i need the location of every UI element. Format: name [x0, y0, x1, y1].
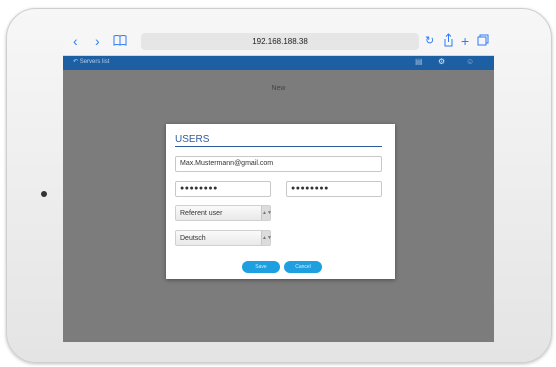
dialog-title: USERS	[175, 134, 210, 145]
forward-icon[interactable]: ›	[95, 33, 100, 49]
bookmarks-icon[interactable]	[113, 33, 127, 49]
role-select-value: Referent user	[180, 210, 223, 217]
title-divider	[175, 146, 382, 147]
chevron-down-icon: ▲▼	[261, 231, 272, 245]
chevron-down-icon: ▲▼	[261, 206, 272, 220]
page-title: New	[271, 85, 286, 92]
user-icon[interactable]: ☺	[466, 57, 474, 66]
camera-icon	[41, 191, 47, 197]
role-select[interactable]: Referent user ▲▼	[175, 205, 272, 221]
password-field[interactable]: ●●●●●●●●	[175, 181, 271, 197]
cancel-button[interactable]: Cancel	[284, 261, 322, 273]
language-select[interactable]: Deutsch ▲▼	[175, 230, 272, 246]
save-button[interactable]: Save	[242, 261, 280, 273]
servers-list-label: Servers list	[79, 59, 110, 65]
address-bar[interactable]: 192.168.188.38	[141, 33, 419, 50]
tablet-screen: ‹ › 192.168.188.38 ↻ + ↶ Servers list ▤ …	[63, 28, 494, 342]
list-icon[interactable]: ▤	[415, 57, 423, 66]
back-arrow-icon: ↶	[73, 59, 79, 65]
browser-toolbar: ‹ › 192.168.188.38 ↻ +	[63, 28, 494, 56]
password-confirm-field[interactable]: ●●●●●●●●	[286, 181, 382, 197]
tabs-icon[interactable]	[477, 33, 489, 49]
users-dialog: USERS Max.Mustermann@gmail.com ●●●●●●●● …	[166, 124, 395, 279]
reload-icon[interactable]: ↻	[425, 33, 434, 49]
app-header: ↶ Servers list ▤ ⚙ ☺	[63, 56, 494, 70]
add-tab-icon[interactable]: +	[461, 33, 469, 49]
email-field[interactable]: Max.Mustermann@gmail.com	[175, 156, 382, 172]
gear-icon[interactable]: ⚙	[438, 57, 445, 66]
back-icon[interactable]: ‹	[73, 33, 78, 49]
share-icon[interactable]	[443, 33, 454, 50]
servers-list-link[interactable]: ↶ Servers list	[73, 58, 109, 65]
language-select-value: Deutsch	[180, 235, 206, 242]
